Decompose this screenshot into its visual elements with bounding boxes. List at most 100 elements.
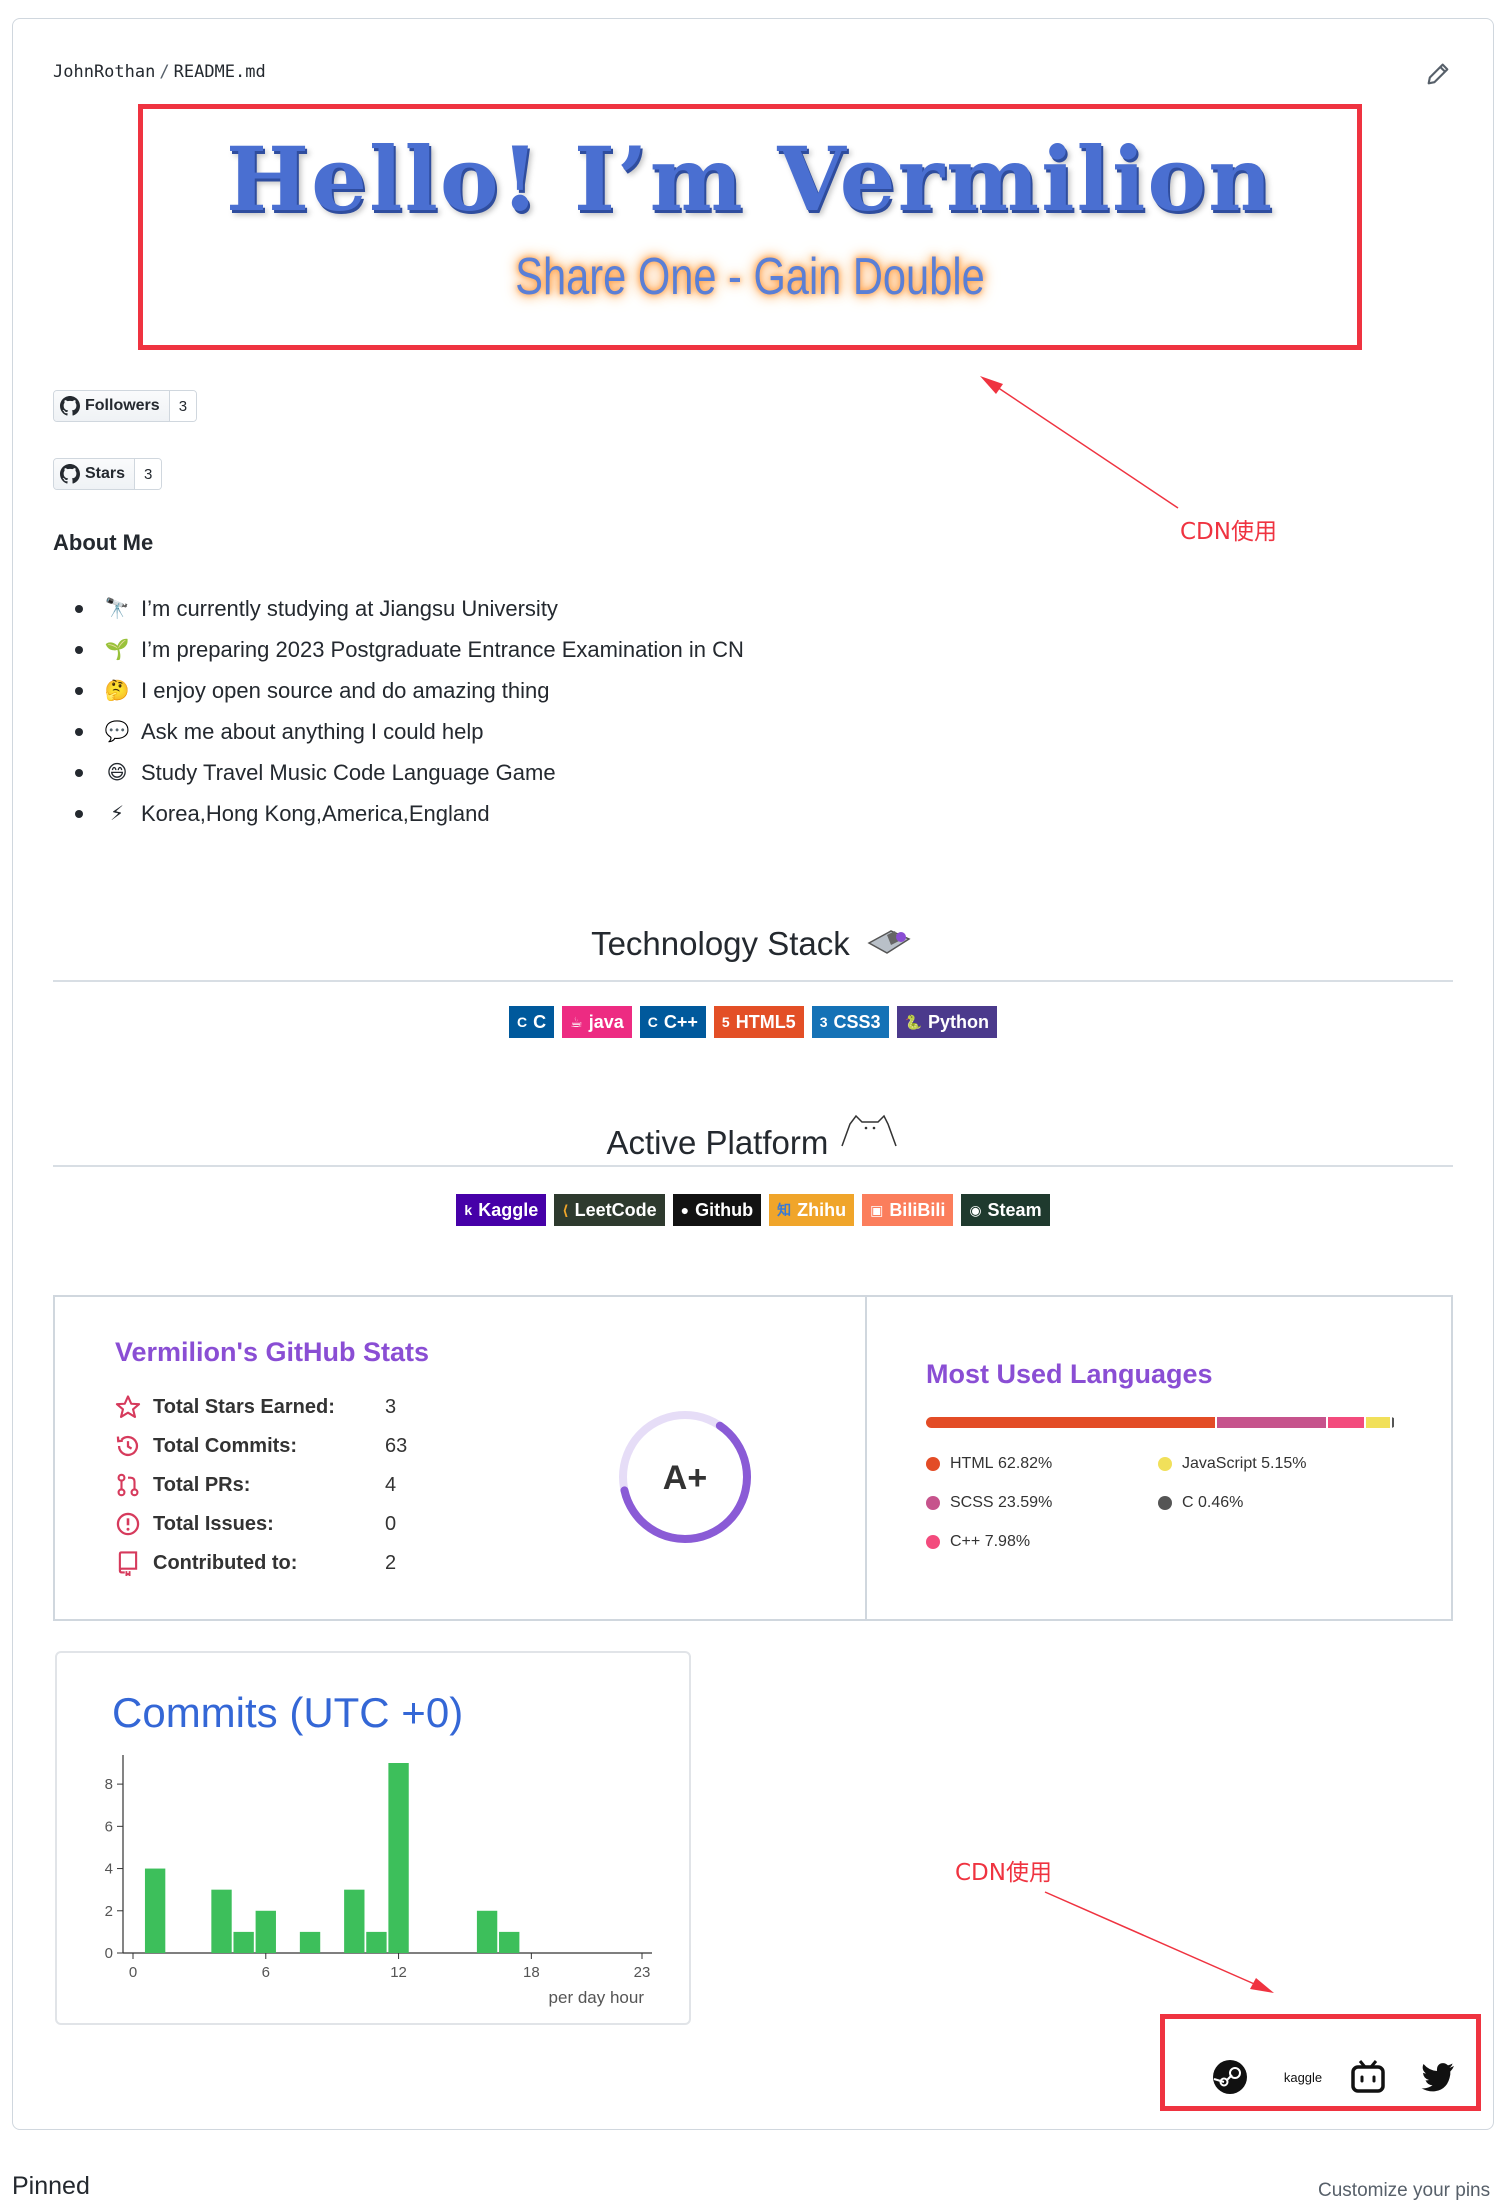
lang-cpp: C++ 7.98% xyxy=(926,1533,1030,1551)
c-icon: C xyxy=(517,1014,528,1030)
twitter-icon[interactable] xyxy=(1418,2057,1458,2097)
languages-bar xyxy=(926,1417,1396,1428)
stat-row-contributed: Contributed to: 2 xyxy=(115,1550,396,1576)
github-icon: ● xyxy=(680,1202,690,1218)
bilibili-icon[interactable] xyxy=(1348,2057,1388,2097)
commit-bar xyxy=(144,1868,166,1953)
y-tick-label: 4 xyxy=(105,1861,113,1878)
y-tick-label: 2 xyxy=(105,1903,113,1920)
lang-bar-segment xyxy=(1327,1417,1365,1428)
html5-icon: 5 xyxy=(721,1014,730,1030)
file-name: README.md xyxy=(173,62,266,82)
x-tick-label: 18 xyxy=(523,1964,540,1981)
lang-dot xyxy=(926,1535,940,1549)
platform-divider xyxy=(53,1165,1453,1167)
steam-icon[interactable] xyxy=(1210,2057,1250,2097)
tech-divider xyxy=(53,980,1453,982)
cpp-icon: C xyxy=(647,1014,658,1030)
lang-dot xyxy=(926,1457,940,1471)
list-item: 🌱 I’m preparing 2023 Postgraduate Entranc… xyxy=(75,629,744,670)
kaggle-icon[interactable]: kaggle xyxy=(1278,2057,1328,2097)
lang-bar-segment xyxy=(926,1417,1215,1428)
commit-bar xyxy=(233,1931,254,1953)
badge-java[interactable]: ☕ java xyxy=(562,1006,632,1038)
stat-row-prs: Total PRs: 4 xyxy=(115,1472,396,1498)
badge-css3[interactable]: 3 CSS3 xyxy=(811,1006,889,1038)
star-icon xyxy=(115,1395,141,1418)
seedling-icon: 🌱 xyxy=(104,639,130,661)
badge-cpp[interactable]: C C++ xyxy=(639,1006,706,1038)
repo-icon xyxy=(118,1551,138,1576)
readme-path: JohnRothan / README.md xyxy=(53,62,266,82)
rank-circle: A+ xyxy=(619,1411,751,1543)
lang-dot xyxy=(926,1496,940,1510)
stars-badge-label: Stars xyxy=(54,459,136,489)
tech-badges: CC ☕ java C C++ 5 HTML5 3 CSS3 🐍 Python xyxy=(53,1006,1453,1038)
github-stats-title: Vermilion's GitHub Stats xyxy=(115,1337,429,1367)
history-icon xyxy=(116,1435,139,1456)
pencil-icon[interactable] xyxy=(1424,60,1452,88)
stars-count: 3 xyxy=(135,459,162,489)
badge-steam[interactable]: ◉ Steam xyxy=(961,1194,1050,1226)
platform-heading: Active Platform xyxy=(53,1110,1453,1162)
x-tick-label: 12 xyxy=(390,1964,407,1981)
commit-bar xyxy=(388,1763,409,1953)
y-tick-label: 0 xyxy=(105,1945,113,1962)
steam-icon: ◉ xyxy=(969,1201,982,1218)
commit-bar xyxy=(255,1910,276,1953)
pinned-heading: Pinned xyxy=(12,2172,90,2200)
kaggle-wordmark: kaggle xyxy=(1284,2070,1322,2085)
commit-bar xyxy=(299,1931,321,1953)
list-item: ⚡ Korea,Hong Kong,America,England xyxy=(75,793,744,834)
stat-row-stars: Total Stars Earned: 3 xyxy=(115,1394,396,1420)
followers-count: 3 xyxy=(169,391,197,421)
commits-chart-card: Commits (UTC +0) 0 2 4 6 8 0 6 12 18 23 per day ho… xyxy=(55,1651,691,2025)
lang-c: C 0.46% xyxy=(1158,1494,1243,1512)
lang-bar-segment xyxy=(1391,1417,1394,1428)
stat-row-issues: Total Issues: 0 xyxy=(115,1511,396,1537)
lang-javascript: JavaScript 5.15% xyxy=(1158,1455,1307,1473)
customize-pins-link[interactable]: Customize your pins xyxy=(1318,2180,1490,2202)
list-item: 😄 Study Travel Music Code Language Game xyxy=(75,752,744,793)
list-item: 🤔 I enjoy open source and do amazing thin… xyxy=(75,670,744,711)
java-icon: ☕ xyxy=(570,1013,583,1030)
pull-request-icon xyxy=(117,1473,139,1497)
bilibili-icon: ▣ xyxy=(870,1201,884,1218)
hero-title: Hello! I’m Vermilion xyxy=(225,127,1275,231)
annotation-cdn-bottom: CDN使用 xyxy=(955,1860,1052,1886)
badge-zhihu[interactable]: 知 Zhihu xyxy=(769,1194,855,1226)
platform-badges: k Kaggle ⟨ LeetCode ● Github 知 Zhihu ▣ BiliBi… xyxy=(53,1194,1453,1226)
commit-bar xyxy=(344,1889,365,1953)
stat-row-commits: Total Commits: 63 xyxy=(115,1433,407,1459)
badge-leetcode[interactable]: ⟨ LeetCode xyxy=(554,1194,665,1226)
zap-icon: ⚡ xyxy=(109,803,125,825)
badge-c[interactable]: CC xyxy=(509,1006,555,1038)
path-separator: / xyxy=(159,62,170,82)
owner-link[interactable]: JohnRothan xyxy=(53,62,155,82)
list-item: 💬 Ask me about anything I could help xyxy=(75,711,744,752)
leetcode-icon: ⟨ xyxy=(562,1201,569,1218)
list-item: 🔭 I’m currently studying at Jiangsu Unive… xyxy=(75,588,744,629)
smile-icon: 😄 xyxy=(106,762,128,784)
commit-bar xyxy=(211,1889,232,1953)
annotation-cdn-top: CDN使用 xyxy=(1180,519,1277,545)
badge-python[interactable]: 🐍 Python xyxy=(896,1006,997,1038)
lang-bar-segment xyxy=(1216,1417,1326,1428)
css3-icon: 3 xyxy=(819,1014,828,1030)
x-tick-label: 0 xyxy=(129,1964,137,1981)
issue-icon xyxy=(116,1512,140,1536)
stats-panel: Vermilion's GitHub Stats Total Stars Ear… xyxy=(53,1295,1453,1621)
stars-badge[interactable]: Stars 3 xyxy=(53,458,163,490)
lang-scss: SCSS 23.59% xyxy=(926,1494,1052,1512)
about-list: 🔭 I’m currently studying at Jiangsu Unive… xyxy=(75,588,744,834)
badge-github[interactable]: ● Github xyxy=(672,1194,762,1226)
github-icon xyxy=(60,396,80,416)
badge-kaggle[interactable]: k Kaggle xyxy=(456,1194,547,1226)
lang-dot xyxy=(1158,1457,1172,1471)
badge-html5[interactable]: 5 HTML5 xyxy=(713,1006,804,1038)
about-heading: About Me xyxy=(53,530,154,555)
followers-badge[interactable]: Followers 3 xyxy=(53,390,198,422)
badge-bilibili[interactable]: ▣ BiliBili xyxy=(862,1194,954,1226)
tech-heading: Technology Stack xyxy=(53,925,1453,963)
commit-bar xyxy=(499,1931,520,1953)
